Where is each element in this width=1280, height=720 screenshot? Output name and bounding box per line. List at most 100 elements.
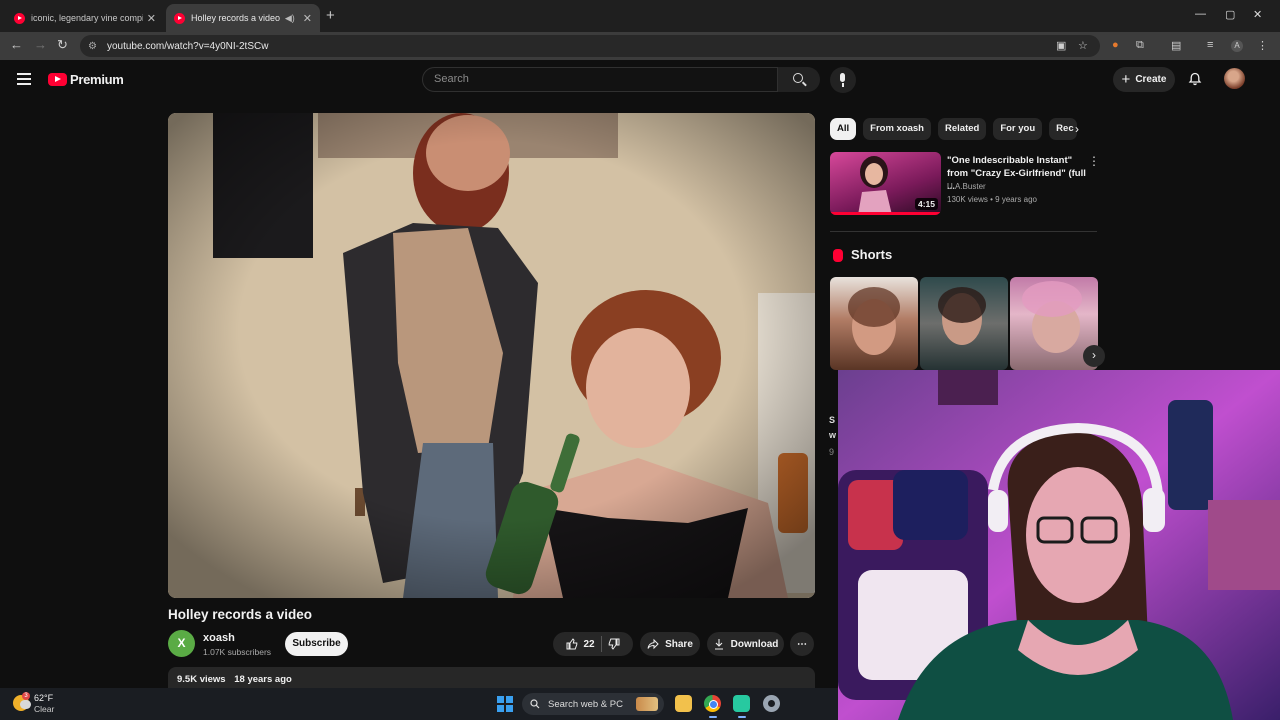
weather-condition: Clear	[34, 704, 55, 714]
youtube-logo-icon	[48, 73, 67, 86]
partial-text: 9	[829, 447, 835, 457]
streaming-app-icon[interactable]	[733, 695, 750, 712]
tab-title: iconic, legendary vine compilat	[31, 13, 143, 23]
reload-icon[interactable]: ↻	[57, 37, 68, 53]
extension-icon[interactable]: ●	[1112, 39, 1119, 51]
chip-for-you[interactable]: For you	[993, 118, 1043, 140]
download-icon	[714, 639, 723, 650]
install-app-icon[interactable]: ▣	[1056, 39, 1066, 52]
shorts-icon	[833, 249, 843, 262]
download-label: Download	[730, 638, 779, 650]
recommendation-thumbnail[interactable]: 4:15	[830, 152, 941, 215]
divider	[600, 636, 602, 652]
channel-name[interactable]: xoash	[203, 632, 235, 644]
address-bar[interactable]: ⚙ youtube.com/watch?v=4y0NI-2tSCw	[80, 35, 1100, 57]
browser-tab-1[interactable]: iconic, legendary vine compilat ✕	[6, 4, 164, 32]
video-title: Holley records a video	[168, 607, 313, 622]
windows-start-icon[interactable]	[497, 696, 513, 712]
taskbar-search-label: Search web & PC	[548, 698, 623, 710]
view-count: 9.5K views	[177, 674, 226, 685]
like-count: 22	[583, 638, 595, 650]
more-actions-button[interactable]: ⋯	[790, 632, 814, 656]
file-explorer-icon[interactable]	[675, 695, 692, 712]
close-tab-icon[interactable]: ✕	[147, 12, 156, 25]
menu-icon[interactable]	[17, 73, 31, 85]
shorts-heading: Shorts	[851, 247, 893, 262]
share-button[interactable]: Share	[640, 632, 700, 656]
share-label: Share	[665, 638, 693, 650]
speaker-icon[interactable]: ◀)	[285, 13, 295, 24]
chip-from-channel[interactable]: From xoash	[863, 118, 931, 140]
more-icon[interactable]: ⋮	[1088, 154, 1100, 168]
taskbar-search[interactable]: Search web & PC	[522, 693, 664, 715]
partial-text: w	[829, 430, 837, 440]
bell-icon[interactable]	[1188, 72, 1202, 86]
search-highlight-icon	[636, 697, 658, 711]
recommendation-meta: 130K views • 9 years ago	[947, 195, 1037, 204]
active-indicator	[709, 716, 717, 718]
youtube-header: Premium Search + Create	[0, 60, 1280, 98]
like-dislike-bar: 22	[553, 632, 633, 656]
webcam-feed	[838, 370, 1280, 720]
browser-tabstrip: iconic, legendary vine compilat ✕ Holley…	[0, 0, 1280, 32]
subscribe-button[interactable]: Subscribe	[285, 632, 348, 656]
side-panel-icon[interactable]: ▤	[1171, 39, 1181, 52]
extensions-puzzle-icon[interactable]: ⧉	[1136, 39, 1144, 52]
create-button[interactable]: + Create	[1113, 67, 1175, 92]
chip-related[interactable]: Related	[938, 118, 987, 140]
plus-icon: +	[1121, 71, 1131, 88]
browser-menu-icon[interactable]: ⋮	[1257, 39, 1268, 52]
bookmark-star-icon[interactable]: ☆	[1078, 39, 1088, 52]
duration-badge: 4:15	[914, 198, 938, 210]
create-label: Create	[1135, 74, 1167, 85]
short-thumbnail[interactable]	[830, 277, 918, 370]
download-button[interactable]: Download	[707, 632, 784, 656]
close-window-icon[interactable]: ✕	[1253, 8, 1262, 21]
partial-text: S	[829, 415, 836, 425]
chrome-icon[interactable]	[704, 695, 721, 712]
filter-chips: All From xoash Related For you Rec	[830, 118, 1078, 140]
youtube-premium-logo[interactable]: Premium	[48, 72, 124, 87]
windows-taskbar: 3 62°F Clear Search web & PC	[0, 688, 838, 720]
search-button[interactable]	[778, 67, 820, 92]
minimize-icon[interactable]: —	[1195, 8, 1206, 20]
share-icon	[647, 638, 659, 650]
active-indicator	[738, 716, 746, 718]
more-icon: ⋯	[797, 638, 807, 650]
weather-badge: 3	[22, 692, 30, 700]
logo-text: Premium	[70, 72, 124, 87]
channel-avatar[interactable]: X	[168, 630, 195, 657]
search-input[interactable]: Search	[422, 67, 778, 92]
youtube-favicon-icon	[174, 12, 185, 24]
mic-icon[interactable]	[830, 67, 856, 93]
youtube-favicon-icon	[14, 12, 25, 24]
forward-icon[interactable]: →	[34, 37, 47, 52]
chevron-right-icon[interactable]: ›	[1083, 345, 1105, 367]
short-thumbnail[interactable]	[920, 277, 1008, 370]
new-tab-icon[interactable]: +	[326, 7, 335, 24]
maximize-icon[interactable]: ▢	[1225, 8, 1235, 21]
video-player[interactable]	[168, 113, 815, 598]
video-frame	[168, 113, 815, 598]
browser-tab-2[interactable]: Holley records a video - Yo ◀) ✕	[166, 4, 320, 32]
back-icon[interactable]: ←	[10, 37, 23, 52]
browser-toolbar: ← → ↻ ⚙ youtube.com/watch?v=4y0NI-2tSCw …	[0, 32, 1280, 60]
chip-recent[interactable]: Rec	[1049, 118, 1078, 140]
tab-title: Holley records a video - Yo	[191, 13, 281, 23]
media-control-icon[interactable]: ≡	[1207, 39, 1213, 51]
chevron-right-icon[interactable]: ›	[1075, 122, 1079, 136]
url-text: youtube.com/watch?v=4y0NI-2tSCw	[106, 40, 269, 52]
site-info-icon[interactable]: ⚙	[88, 41, 97, 52]
chip-all[interactable]: All	[830, 118, 857, 140]
like-button[interactable]: 22	[566, 638, 595, 650]
account-avatar[interactable]	[1224, 68, 1245, 89]
like-icon	[566, 638, 578, 650]
profile-icon[interactable]: A	[1231, 40, 1243, 52]
settings-icon[interactable]	[763, 695, 780, 712]
search-icon	[530, 699, 540, 709]
recommendation-channel[interactable]: U.A.Buster	[947, 182, 986, 191]
divider	[830, 231, 1097, 232]
search-icon	[793, 73, 803, 83]
dislike-icon[interactable]	[608, 638, 620, 650]
close-tab-icon[interactable]: ✕	[303, 12, 312, 25]
